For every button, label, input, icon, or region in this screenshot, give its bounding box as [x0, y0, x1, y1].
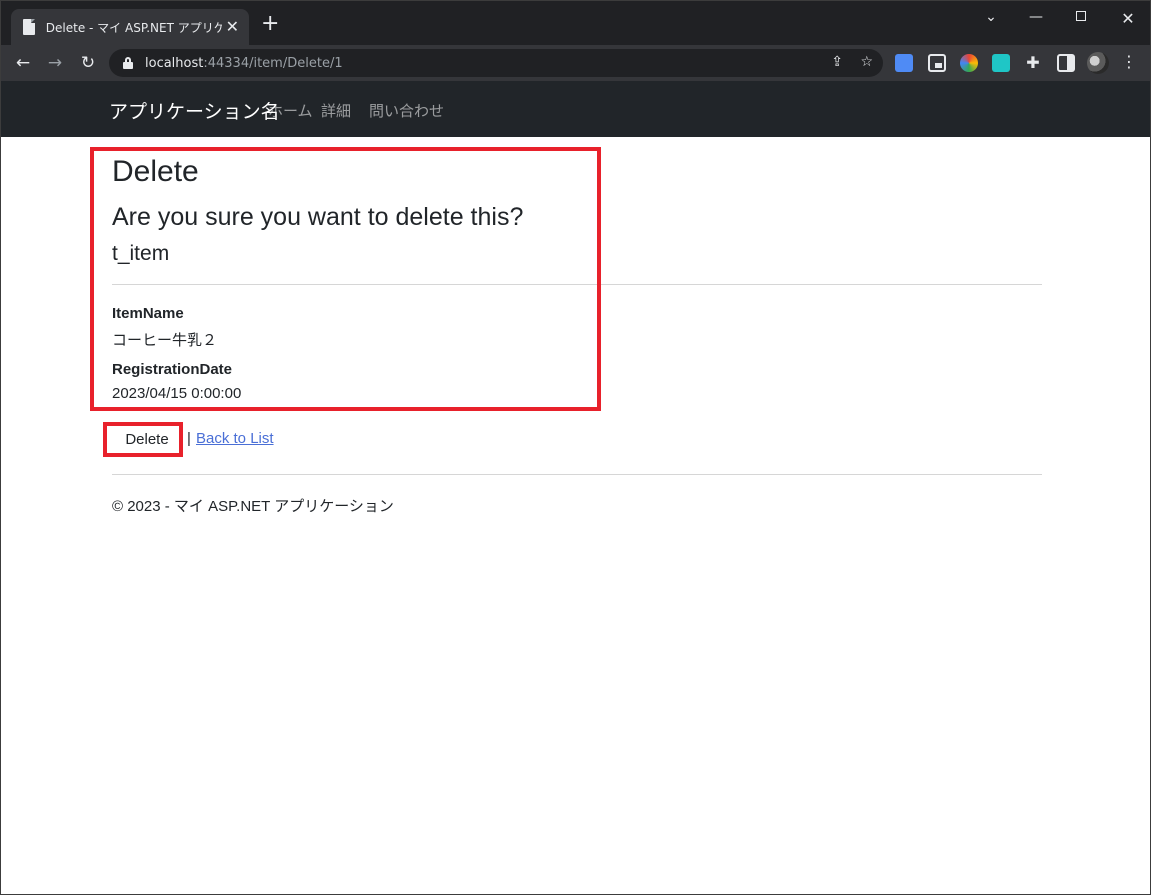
- teal-extension-icon[interactable]: [992, 54, 1010, 72]
- minimize-button[interactable]: —: [1021, 9, 1051, 25]
- tab-close-icon[interactable]: ✕: [226, 19, 239, 35]
- profile-avatar[interactable]: [1087, 52, 1109, 74]
- bookmark-star-icon[interactable]: ☆: [860, 54, 873, 70]
- url-text[interactable]: localhost:44334/item/Delete/1: [145, 56, 343, 71]
- forward-arrow-icon[interactable]: →: [43, 51, 67, 75]
- tab-title: Delete - マイ ASP.NET アプリケーショ: [45, 20, 222, 35]
- app-navbar: アプリケーション名 ホーム 詳細 問い合わせ: [1, 81, 1150, 137]
- color-extension-icon[interactable]: [960, 54, 978, 72]
- translate-extension-icon[interactable]: [895, 54, 913, 72]
- media-extension-icon[interactable]: [928, 54, 946, 72]
- browser-toolbar: ← → ↻ localhost:44334/item/Delete/1 ⇪ ☆ …: [1, 45, 1150, 81]
- browser-window: Delete - マイ ASP.NET アプリケーショ ✕ + ⌄ — ✕ ← …: [0, 0, 1151, 895]
- lock-icon[interactable]: [123, 57, 133, 69]
- footer-copyright: © 2023 - マイ ASP.NET アプリケーション: [112, 498, 394, 515]
- nav-link-detail[interactable]: 詳細: [321, 100, 351, 121]
- annotation-box-delete-button: [103, 422, 183, 457]
- close-window-button[interactable]: ✕: [1113, 9, 1143, 28]
- share-icon[interactable]: ⇪: [831, 54, 843, 70]
- url-host: localhost: [145, 55, 204, 71]
- page-favicon-icon: [21, 19, 37, 35]
- kebab-menu-icon[interactable]: ⋮: [1121, 53, 1137, 71]
- link-separator: |: [187, 430, 191, 447]
- back-to-list-link[interactable]: Back to List: [196, 430, 274, 447]
- nav-link-home[interactable]: ホーム: [268, 100, 313, 121]
- new-tab-button[interactable]: +: [261, 13, 279, 35]
- maximize-button[interactable]: [1066, 9, 1096, 25]
- side-panel-icon[interactable]: [1057, 54, 1075, 72]
- annotation-box-details: [90, 147, 601, 411]
- back-arrow-icon[interactable]: ←: [11, 51, 35, 75]
- navbar-brand[interactable]: アプリケーション名: [109, 97, 280, 124]
- tab-search-chevron-icon[interactable]: ⌄: [976, 9, 1006, 25]
- url-path: :44334/item/Delete/1: [203, 55, 343, 71]
- footer-divider: [112, 474, 1042, 475]
- reload-icon[interactable]: ↻: [76, 51, 100, 75]
- nav-link-contact[interactable]: 問い合わせ: [369, 100, 444, 121]
- tab-strip: Delete - マイ ASP.NET アプリケーショ ✕ + ⌄ — ✕: [1, 1, 1150, 45]
- puzzle-icon[interactable]: ✚: [1024, 54, 1042, 72]
- browser-tab[interactable]: Delete - マイ ASP.NET アプリケーショ ✕: [11, 9, 249, 45]
- address-bar[interactable]: localhost:44334/item/Delete/1 ⇪ ☆: [109, 49, 883, 77]
